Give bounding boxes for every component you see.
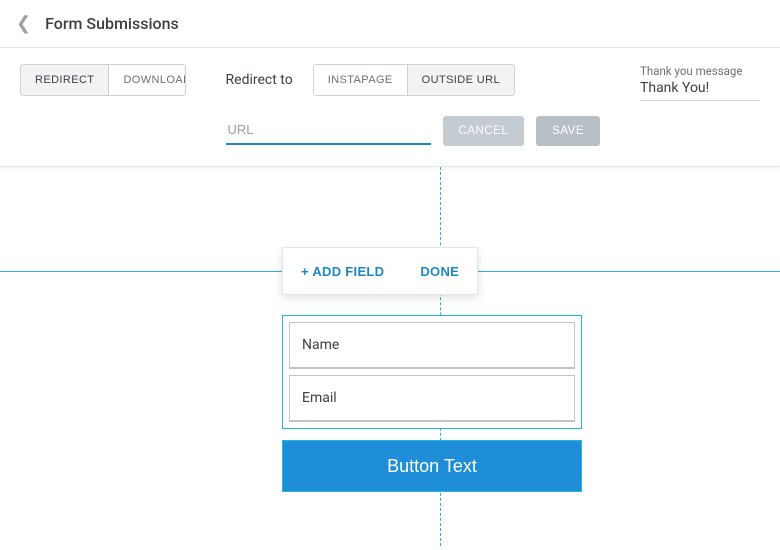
redirect-row: Redirect to INSTAPAGE OUTSIDE URL bbox=[226, 64, 600, 96]
field-popup: + ADD FIELD DONE bbox=[282, 247, 478, 295]
tab-instapage[interactable]: INSTAPAGE bbox=[314, 65, 407, 95]
settings-panel: REDIRECT DOWNLOAD Redirect to INSTAPAGE … bbox=[0, 48, 780, 167]
thank-you-value[interactable]: Thank You! bbox=[640, 80, 760, 101]
redirect-block: Redirect to INSTAPAGE OUTSIDE URL CANCEL… bbox=[226, 64, 600, 146]
thank-you-label: Thank you message bbox=[640, 64, 760, 78]
canvas: + ADD FIELD DONE Name Email Button Text bbox=[0, 167, 780, 546]
form-field-name[interactable]: Name bbox=[289, 322, 575, 369]
add-field-button[interactable]: + ADD FIELD bbox=[283, 248, 402, 294]
url-row: CANCEL SAVE bbox=[226, 116, 600, 146]
save-button[interactable]: SAVE bbox=[536, 116, 600, 146]
header: ❮ Form Submissions bbox=[0, 0, 780, 48]
mode-tabs: REDIRECT DOWNLOAD bbox=[20, 64, 186, 96]
form-field-email[interactable]: Email bbox=[289, 375, 575, 422]
back-icon[interactable]: ❮ bbox=[16, 15, 31, 33]
tab-redirect[interactable]: REDIRECT bbox=[21, 65, 108, 95]
tab-download[interactable]: DOWNLOAD bbox=[108, 65, 185, 95]
page-title: Form Submissions bbox=[45, 14, 179, 33]
url-input[interactable] bbox=[226, 118, 431, 145]
redirect-target-tabs: INSTAPAGE OUTSIDE URL bbox=[313, 64, 515, 96]
tab-outside-url[interactable]: OUTSIDE URL bbox=[407, 65, 514, 95]
thank-you-block: Thank you message Thank You! bbox=[640, 64, 760, 101]
form-submit-button[interactable]: Button Text bbox=[282, 440, 582, 492]
cancel-button[interactable]: CANCEL bbox=[443, 116, 525, 146]
redirect-label: Redirect to bbox=[226, 72, 293, 88]
form-box[interactable]: Name Email bbox=[282, 315, 582, 429]
done-button[interactable]: DONE bbox=[402, 248, 477, 294]
